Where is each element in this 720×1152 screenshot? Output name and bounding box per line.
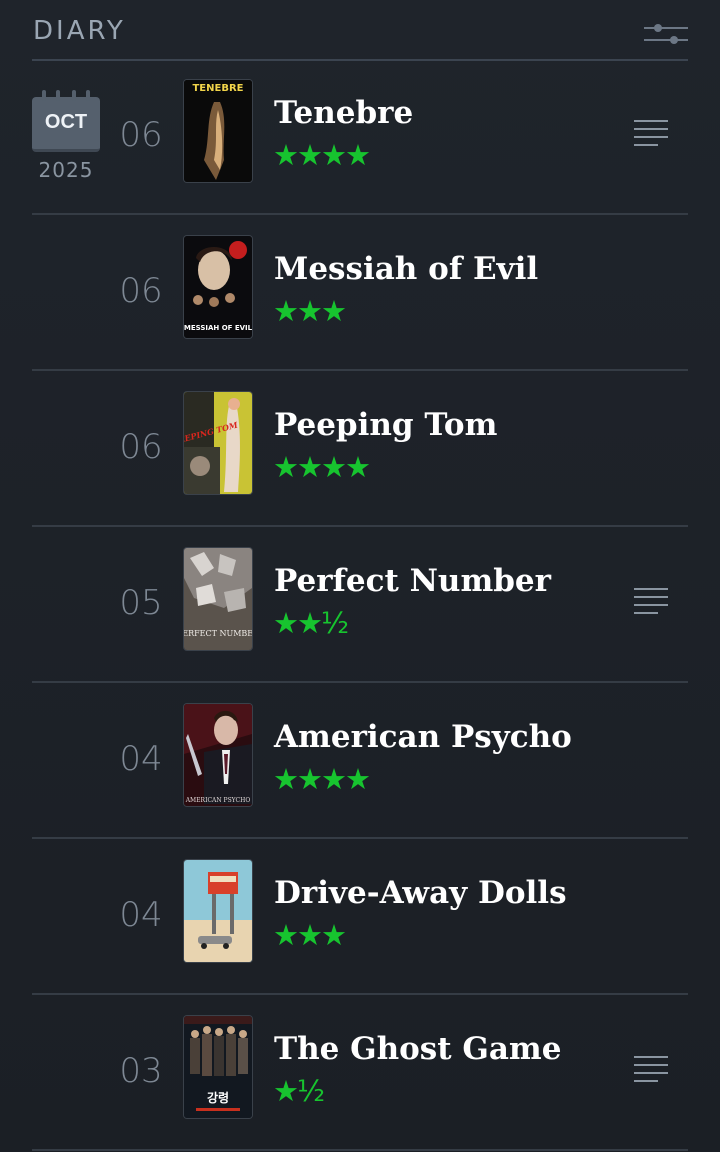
- film-title[interactable]: Peeping Tom: [274, 407, 497, 443]
- calendar-rings: [42, 90, 90, 101]
- poster-text: MESSIAH OF EVIL: [184, 324, 252, 332]
- film-title[interactable]: Perfect Number: [274, 563, 551, 599]
- poster-text: PERFECT NUMBER: [184, 629, 252, 638]
- entry-day: 03: [119, 1051, 163, 1091]
- film-poster[interactable]: MESSIAH OF EVIL: [184, 236, 252, 338]
- film-poster[interactable]: 강령: [184, 1016, 252, 1118]
- page-title: DIARY: [33, 16, 126, 46]
- film-poster[interactable]: PERFECT NUMBER: [184, 548, 252, 650]
- review-text-icon[interactable]: [634, 119, 668, 147]
- poster-text: AMERICAN PSYCHO: [185, 797, 251, 804]
- film-poster[interactable]: TENEBRE: [184, 80, 252, 182]
- film-title[interactable]: The Ghost Game: [274, 1031, 561, 1067]
- diary-entry[interactable]: 05 PERFECT NUMBER Perfect Number ★★½: [32, 527, 688, 683]
- calendar-year: 2025: [38, 158, 94, 182]
- diary-entry[interactable]: 04 Drive-Away Dolls ★★★: [32, 839, 688, 995]
- calendar-icon[interactable]: OCT 2025: [32, 90, 100, 182]
- film-title[interactable]: American Psycho: [274, 719, 572, 755]
- entry-day: 06: [119, 271, 163, 311]
- poster-text: TENEBRE: [192, 83, 243, 94]
- star-rating: ★★★★: [273, 138, 371, 172]
- star-rating: ★½: [273, 1074, 325, 1108]
- diary-entry[interactable]: OCT 2025 06 TENEBRE Tenebre ★★★★: [32, 59, 688, 215]
- diary-header: DIARY: [32, 0, 688, 61]
- entry-day: 04: [119, 739, 163, 779]
- star-rating: ★★★: [273, 294, 347, 328]
- film-poster[interactable]: [184, 860, 252, 962]
- star-rating: ★★★★: [273, 762, 371, 796]
- entry-day: 04: [119, 895, 163, 935]
- poster-text: 강령: [207, 1091, 229, 1105]
- star-rating: ★★½: [273, 606, 349, 640]
- calendar-month-box: OCT: [32, 90, 100, 152]
- diary-list: OCT 2025 06 TENEBRE Tenebre ★★★★ 06 MESS…: [32, 59, 688, 1151]
- review-text-icon[interactable]: [634, 1055, 668, 1083]
- entry-day: 06: [119, 427, 163, 467]
- diary-entry[interactable]: 06 PEEPING TOM Peeping Tom ★★★★: [32, 371, 688, 527]
- diary-page: DIARY OCT 2025 06 TENEBRE Tenebre ★★★★ 0…: [0, 0, 720, 1152]
- film-title[interactable]: Drive-Away Dolls: [274, 875, 567, 911]
- calendar-month: OCT: [44, 111, 88, 133]
- star-rating: ★★★★: [273, 450, 371, 484]
- diary-entry[interactable]: 03 강령 The Ghost Game ★½: [32, 995, 688, 1151]
- film-poster[interactable]: AMERICAN PSYCHO: [184, 704, 252, 806]
- film-title[interactable]: Messiah of Evil: [274, 251, 538, 287]
- diary-entry[interactable]: 04 AMERICAN PSYCHO American Psycho ★★★★: [32, 683, 688, 839]
- review-text-icon[interactable]: [634, 587, 668, 615]
- diary-entry[interactable]: 06 MESSIAH OF EVIL Messiah of Evil ★★★: [32, 215, 688, 371]
- filter-sliders-icon[interactable]: [644, 20, 688, 48]
- film-poster[interactable]: PEEPING TOM: [184, 392, 252, 494]
- entry-day: 06: [119, 115, 163, 155]
- film-title[interactable]: Tenebre: [274, 95, 413, 131]
- star-rating: ★★★: [273, 918, 347, 952]
- entry-day: 05: [119, 583, 163, 623]
